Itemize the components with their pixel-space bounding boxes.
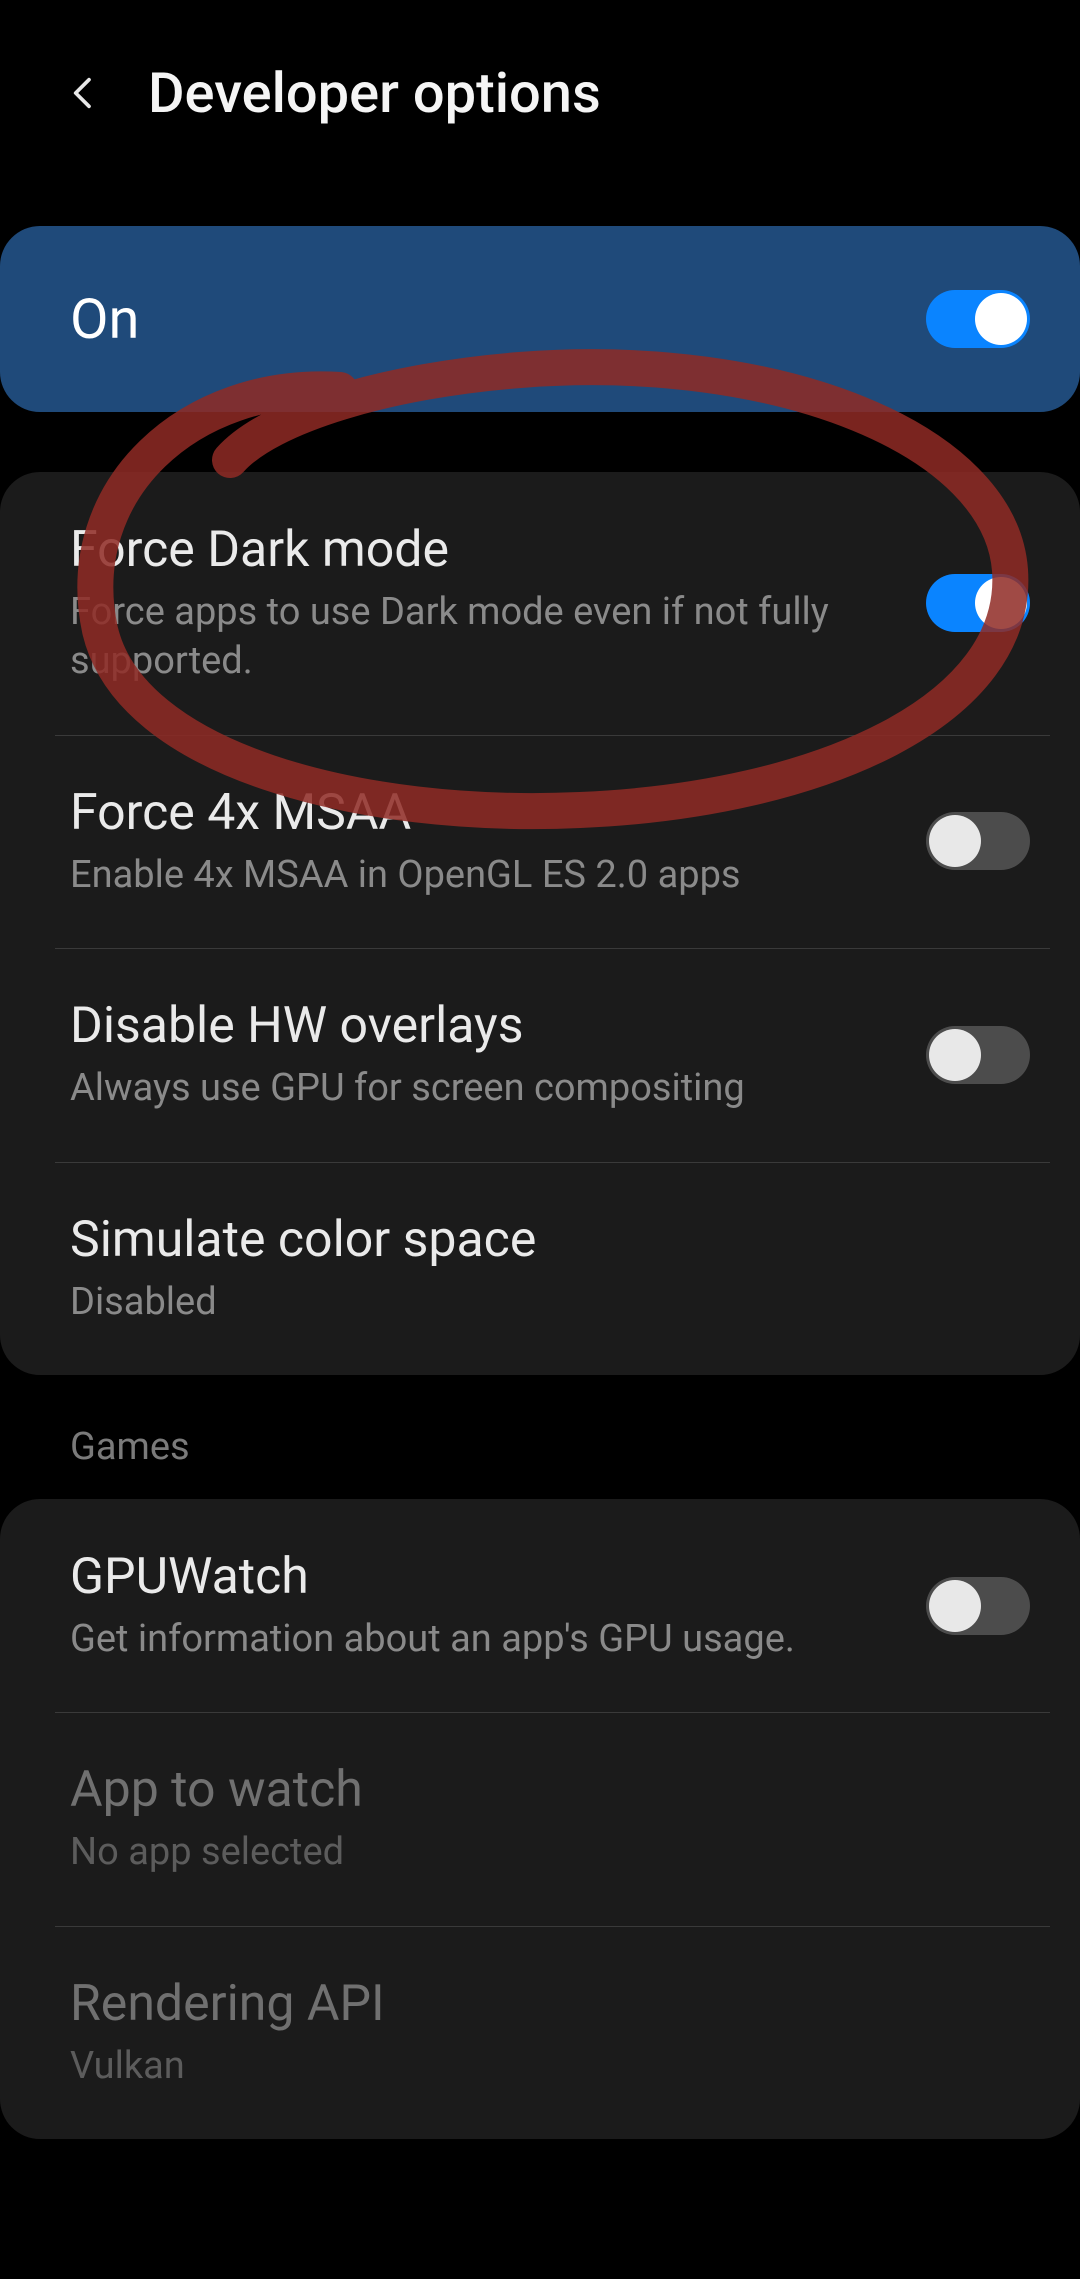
toggle-force-4x-msaa[interactable]: [926, 812, 1030, 870]
toggle-disable-hw-overlays[interactable]: [926, 1026, 1030, 1084]
row-title: Force 4x MSAA: [70, 783, 896, 843]
row-title: Disable HW overlays: [70, 996, 896, 1056]
section-label-games: Games: [0, 1375, 1080, 1489]
row-simulate-color-space[interactable]: Simulate color space Disabled: [0, 1162, 1080, 1375]
row-gpuwatch[interactable]: GPUWatch Get information about an app's …: [0, 1499, 1080, 1712]
master-toggle-label: On: [70, 286, 139, 352]
row-force-4x-msaa[interactable]: Force 4x MSAA Enable 4x MSAA in OpenGL E…: [0, 735, 1080, 948]
back-button[interactable]: [60, 69, 108, 117]
row-title: Force Dark mode: [70, 520, 896, 580]
row-app-to-watch: App to watch No app selected: [0, 1712, 1080, 1925]
row-subtitle: Disabled: [70, 1278, 1000, 1327]
row-subtitle: Always use GPU for screen compositing: [70, 1064, 896, 1113]
page-title: Developer options: [148, 60, 601, 126]
settings-group-rendering: Force Dark mode Force apps to use Dark m…: [0, 472, 1080, 1375]
row-subtitle: Force apps to use Dark mode even if not …: [70, 588, 896, 687]
row-title: Simulate color space: [70, 1210, 1000, 1270]
app-header: Developer options: [0, 30, 1080, 186]
row-title: App to watch: [70, 1760, 1000, 1820]
row-subtitle: Enable 4x MSAA in OpenGL ES 2.0 apps: [70, 851, 896, 900]
row-subtitle: Get information about an app's GPU usage…: [70, 1615, 896, 1664]
toggle-force-dark-mode[interactable]: [926, 574, 1030, 632]
chevron-left-icon: [64, 73, 104, 113]
row-subtitle: Vulkan: [70, 2042, 1000, 2091]
row-title: Rendering API: [70, 1974, 1000, 2034]
master-toggle-card[interactable]: On: [0, 226, 1080, 412]
toggle-gpuwatch[interactable]: [926, 1577, 1030, 1635]
master-toggle[interactable]: [926, 290, 1030, 348]
row-rendering-api: Rendering API Vulkan: [0, 1926, 1080, 2139]
settings-group-games: GPUWatch Get information about an app's …: [0, 1499, 1080, 2139]
row-disable-hw-overlays[interactable]: Disable HW overlays Always use GPU for s…: [0, 948, 1080, 1161]
row-subtitle: No app selected: [70, 1828, 1000, 1877]
row-force-dark-mode[interactable]: Force Dark mode Force apps to use Dark m…: [0, 472, 1080, 735]
row-title: GPUWatch: [70, 1547, 896, 1607]
